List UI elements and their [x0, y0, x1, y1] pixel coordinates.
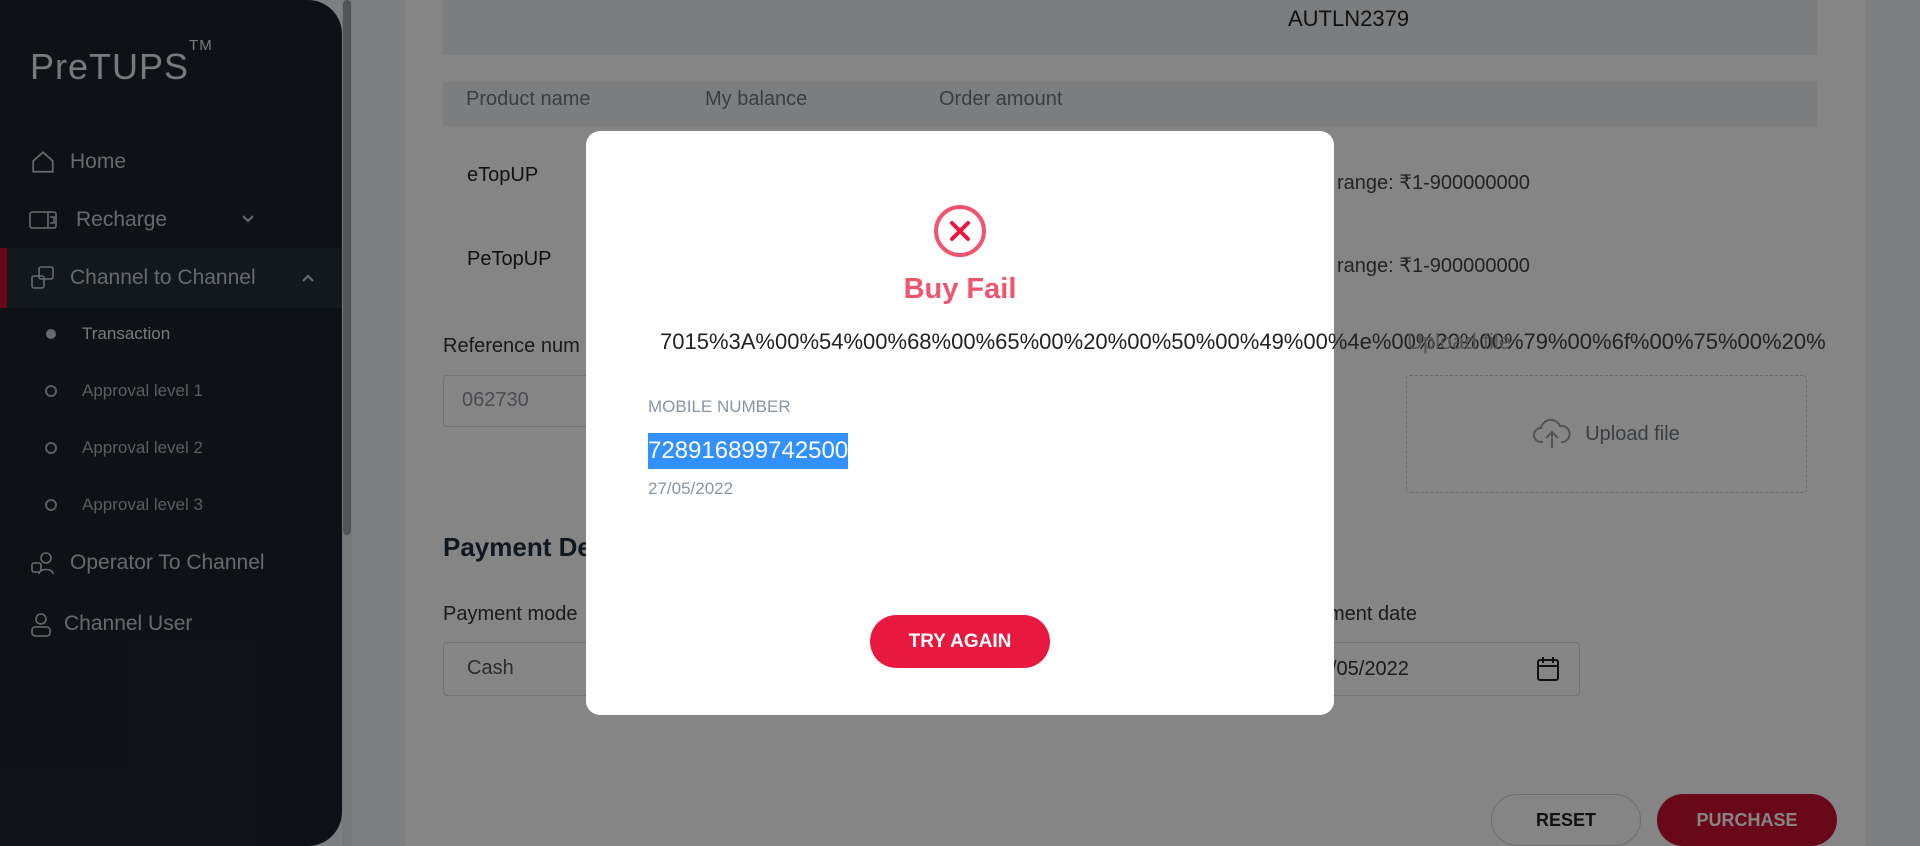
transaction-date: 27/05/2022 [648, 479, 734, 498]
mobile-number-label: MOBILE NUMBER [648, 397, 791, 416]
error-message: 7015%3A%00%54%00%68%00%65%00%20%00%50%00… [660, 329, 1826, 354]
try-again-button[interactable]: TRY AGAIN [870, 615, 1050, 668]
dialog-title: Buy Fail [903, 273, 1017, 305]
overlap-upload-text: Upload file [1407, 329, 1511, 354]
mobile-number-value[interactable]: 728916899742500 [648, 433, 849, 469]
buy-fail-dialog: Buy Fail 7015%3A%00%54%00%68%00%65%00%20… [586, 131, 1826, 715]
error-circle-icon [933, 204, 987, 258]
